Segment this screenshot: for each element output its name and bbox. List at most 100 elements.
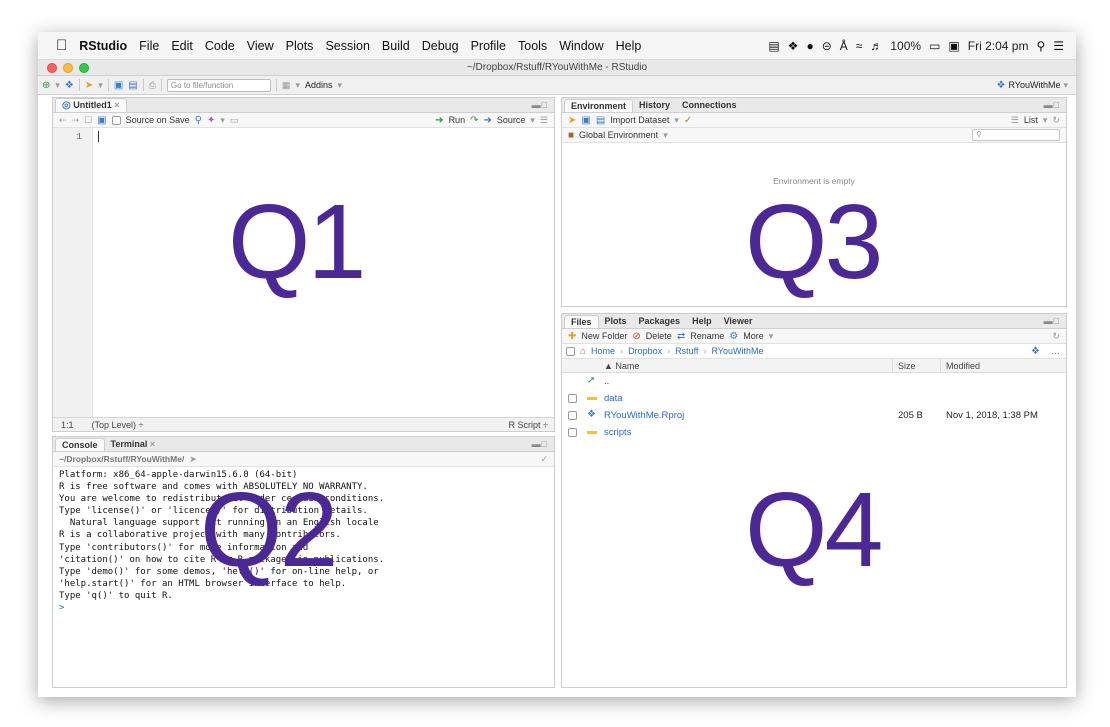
scope-dropdown-icon[interactable]: ▾ (663, 130, 668, 141)
bluetooth-icon[interactable]: Å (840, 39, 848, 53)
more-path-icon[interactable]: … (1051, 346, 1060, 356)
spotlight-search-icon[interactable]: ⚲ (1036, 39, 1045, 53)
tab-environment[interactable]: Environment (564, 98, 634, 112)
dropbox-icon[interactable]: ❖ (788, 39, 799, 53)
apple-icon[interactable]:  (56, 37, 67, 54)
run-button[interactable]: Run (449, 115, 466, 125)
tab-files[interactable]: Files (564, 314, 599, 328)
row-checkbox[interactable] (568, 411, 577, 420)
rename-icon[interactable]: ⇄ (677, 331, 685, 342)
file-name[interactable]: scripts (604, 427, 631, 438)
console-output[interactable]: Platform: x86_64-apple-darwin15.6.0 (64-… (53, 467, 554, 687)
close-terminal-icon[interactable]: × (150, 439, 155, 449)
calendar-icon[interactable]: ▣ (948, 39, 959, 53)
source-arrow-icon[interactable]: ➜ (483, 115, 491, 126)
row-checkbox[interactable] (568, 428, 577, 437)
new-file-dropdown-icon[interactable]: ▾ (55, 80, 60, 91)
file-name[interactable]: data (604, 393, 623, 404)
notification-list-icon[interactable]: ☰ (1053, 39, 1064, 53)
new-folder-icon[interactable]: ✚ (568, 331, 576, 342)
project-menu[interactable]: ❖ RYouWithMe ▾ (996, 80, 1068, 91)
list-view-selector[interactable]: List (1024, 115, 1038, 125)
console-prompt[interactable]: > (59, 602, 548, 614)
select-all-checkbox[interactable] (566, 346, 575, 356)
save-file-icon[interactable]: ▣ (97, 115, 106, 126)
tab-packages[interactable]: Packages (633, 315, 687, 327)
new-file-icon[interactable]: ⊕ (42, 80, 50, 91)
pane-minmax-icon[interactable]: ▬□ (1044, 316, 1060, 326)
rerun-icon[interactable]: ↷ (470, 115, 478, 126)
go-to-project-icon[interactable]: ❖ (1031, 346, 1040, 357)
file-type-selector[interactable]: R Script ÷ (509, 420, 554, 430)
close-tab-icon[interactable]: × (114, 100, 119, 110)
environment-search-input[interactable]: ⚲ (972, 129, 1060, 141)
column-size-header[interactable]: Size (898, 361, 916, 371)
new-project-icon[interactable]: ❖ (65, 80, 74, 91)
delete-icon[interactable]: ⊘ (632, 331, 640, 342)
tab-untitled1[interactable]: ◎ Untitled1 × (55, 98, 127, 112)
menu-edit[interactable]: Edit (171, 39, 193, 53)
menu-debug[interactable]: Debug (422, 39, 459, 53)
delete-button[interactable]: Delete (646, 331, 672, 341)
menu-window[interactable]: Window (559, 39, 603, 53)
outline-icon[interactable]: ☰ (540, 115, 548, 126)
menu-build[interactable]: Build (382, 39, 410, 53)
menu-session[interactable]: Session (325, 39, 369, 53)
back-icon[interactable]: ⇠ (59, 115, 67, 126)
save-all-icon[interactable]: ▤ (128, 80, 137, 91)
layout-grid-icon[interactable]: ▦ (282, 80, 291, 91)
menu-plots[interactable]: Plots (286, 39, 314, 53)
import-dataset-button[interactable]: Import Dataset (610, 115, 669, 125)
row-checkbox[interactable] (568, 394, 577, 403)
breadcrumb-rstuff[interactable]: Rstuff (675, 346, 698, 356)
breadcrumb-ryouwithme[interactable]: RYouWithMe (711, 346, 763, 356)
working-directory[interactable]: ~/Dropbox/Rstuff/RYouWithMe/ (59, 454, 184, 464)
file-name[interactable]: RYouWithMe.Rproj (604, 410, 684, 421)
import-dataset-icon[interactable]: ▤ (596, 115, 605, 126)
column-name-header[interactable]: ▲ Name (604, 361, 639, 371)
save-workspace-icon[interactable]: ▣ (581, 115, 590, 126)
goto-file-input[interactable]: Go to file/function (166, 78, 271, 92)
column-modified-header[interactable]: Modified (946, 361, 980, 371)
table-row[interactable]: ▬ data (562, 390, 1066, 407)
addins-chevron-icon[interactable]: ▾ (338, 80, 343, 91)
tab-console[interactable]: Console (55, 437, 105, 451)
menu-tools[interactable]: Tools (518, 39, 547, 53)
menu-code[interactable]: Code (205, 39, 235, 53)
find-replace-icon[interactable]: ⚲ (195, 115, 202, 126)
tab-terminal[interactable]: Terminal × (105, 438, 162, 450)
more-gear-icon[interactable]: ⚙ (729, 331, 738, 342)
menu-app-name[interactable]: RStudio (79, 39, 127, 53)
wifi-icon[interactable]: ≈ (856, 39, 863, 53)
clear-broom-icon[interactable]: ✓ (684, 115, 692, 126)
import-dropdown-icon[interactable]: ▾ (674, 115, 679, 126)
tab-help[interactable]: Help (686, 315, 718, 327)
evernote-icon[interactable]: ● (806, 39, 813, 53)
source-button[interactable]: Source (497, 115, 526, 125)
tab-plots[interactable]: Plots (599, 315, 633, 327)
open-file-icon[interactable]: ➤ (85, 80, 93, 91)
print-icon[interactable]: ⎙ (149, 80, 156, 91)
pane-minmax-icon[interactable]: ▬□ (532, 100, 548, 110)
tab-connections[interactable]: Connections (676, 99, 743, 111)
time-machine-icon[interactable]: ⊝ (822, 39, 832, 53)
menu-file[interactable]: File (139, 39, 159, 53)
compile-report-icon[interactable]: ▭ (230, 115, 239, 126)
environment-scope-selector[interactable]: Global Environment (579, 130, 658, 140)
clear-console-icon[interactable]: ✓ (540, 454, 548, 465)
home-icon[interactable]: ⌂ (580, 346, 586, 357)
tab-viewer[interactable]: Viewer (718, 315, 759, 327)
more-button[interactable]: More (743, 331, 764, 341)
addins-menu[interactable]: Addins (305, 80, 333, 90)
pane-minmax-icon[interactable]: ▬□ (1044, 100, 1060, 110)
rename-button[interactable]: Rename (690, 331, 724, 341)
source-dropdown-icon[interactable]: ▾ (530, 115, 535, 126)
forward-icon[interactable]: ⇢ (72, 115, 80, 126)
load-workspace-icon[interactable]: ➤ (568, 115, 576, 126)
battery-icon[interactable]: ▭ (929, 39, 940, 53)
refresh-environment-icon[interactable]: ↻ (1052, 115, 1060, 126)
open-dropdown-icon[interactable]: ▾ (98, 80, 103, 91)
parent-directory-row[interactable]: ➚ .. (562, 373, 1066, 390)
tab-history[interactable]: History (633, 99, 676, 111)
show-in-window-icon[interactable]: ☐ (84, 115, 92, 126)
